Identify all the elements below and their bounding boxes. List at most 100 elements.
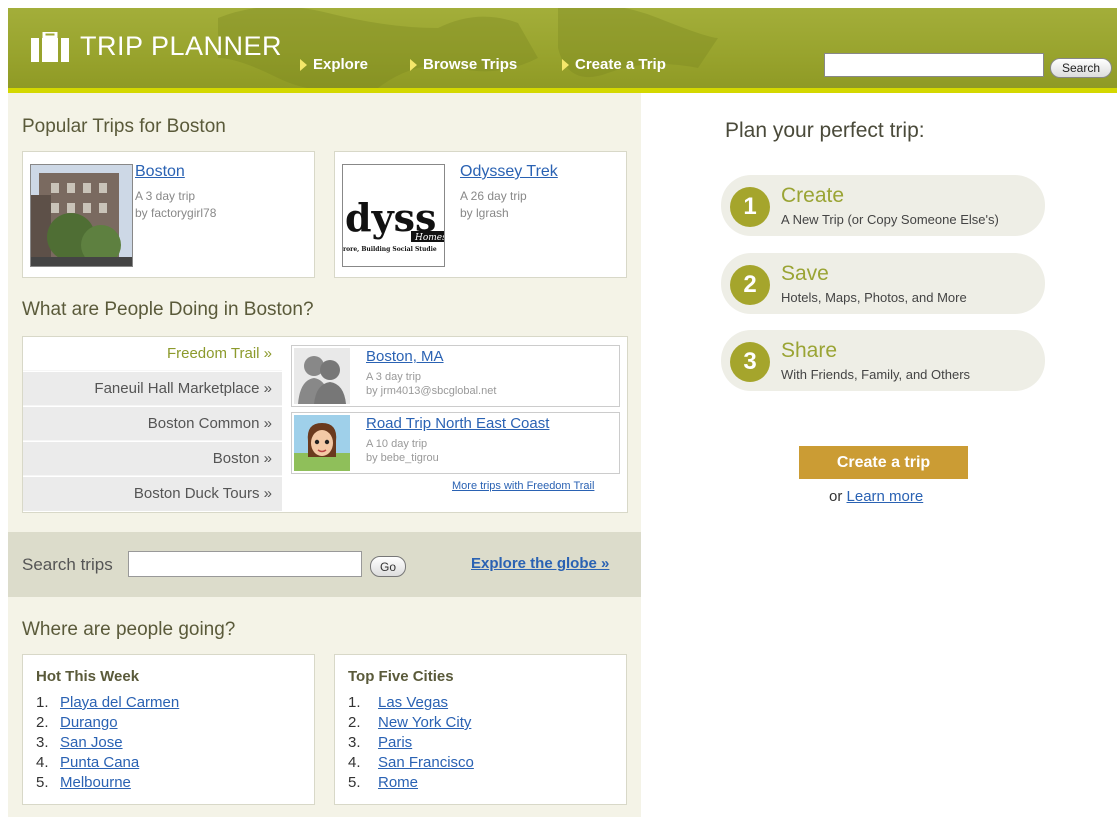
odyssey-logo-sub: Homesc	[414, 233, 445, 243]
list-item: 5. Rome	[348, 773, 419, 793]
trip-length: A 3 day trip	[366, 371, 422, 383]
trip-length: A 10 day trip	[366, 438, 428, 450]
hot-this-week-list: 1. Playa del Carmen 2. Durango 3. San Jose …	[36, 693, 179, 793]
list-item: 2. New York City	[348, 713, 472, 733]
logo-text: TRIP PLANNER	[80, 31, 283, 61]
city-link[interactable]: Rome	[378, 773, 418, 793]
or-text: or	[829, 488, 843, 505]
list-item: 1. Playa del Carmen	[36, 693, 180, 713]
step-title: Share	[781, 339, 838, 362]
arrow-right-icon	[410, 58, 417, 71]
trip-card: dyss Homesc rore, Building Social Studie…	[334, 151, 627, 278]
city-link[interactable]: San Francisco	[378, 753, 474, 773]
trip-author: by jrm4013@sbcglobal.net	[366, 385, 497, 397]
step-save: 2 Save Hotels, Maps, Photos, and More	[721, 253, 1045, 314]
trip-name-link[interactable]: Boston, MA	[366, 348, 444, 365]
top-five-cities-heading: Top Five Cities	[348, 668, 454, 685]
mini-trip-card: Road Trip North East Coast A 10 day trip…	[291, 412, 620, 474]
trip-name-link[interactable]: Boston	[135, 163, 185, 181]
search-trips-label: Search trips	[22, 555, 113, 574]
trip-card: Boston A 3 day trip by factorygirl78	[22, 151, 315, 278]
logo[interactable]: TRIP PLANNER	[30, 31, 282, 62]
place-tab-boston[interactable]: Boston »	[23, 442, 282, 476]
explore-globe-link[interactable]: Explore the globe »	[471, 555, 609, 572]
place-tab-duck-tours[interactable]: Boston Duck Tours »	[23, 477, 282, 511]
step-number-badge: 1	[730, 187, 770, 227]
hot-this-week-heading: Hot This Week	[36, 668, 140, 685]
people-doing-box: Freedom Trail » Faneuil Hall Marketplace…	[22, 336, 628, 513]
place-tab-boston-common[interactable]: Boston Common »	[23, 407, 282, 441]
trip-meta: A 26 day trip by lgrash	[460, 188, 527, 222]
city-link[interactable]: Las Vegas	[378, 693, 448, 713]
place-tab-freedom-trail[interactable]: Freedom Trail »	[23, 337, 282, 371]
list-item: 2. Durango	[36, 713, 118, 733]
arrow-right-icon	[562, 58, 569, 71]
search-trips-input[interactable]	[128, 551, 362, 577]
trip-thumbnail[interactable]	[30, 164, 133, 267]
trip-meta: A 3 day trip by factorygirl78	[135, 188, 216, 222]
top-five-cities-list: 1. Las Vegas 2. New York City 3. Paris 4. Sa…	[348, 693, 474, 793]
trip-author: by bebe_tigrou	[366, 452, 439, 464]
popular-trips-title: Popular Trips for Boston	[22, 116, 226, 137]
destination-link[interactable]: Melbourne	[60, 773, 131, 793]
more-trips-link[interactable]: More trips with Freedom Trail	[452, 480, 594, 492]
trip-length: A 26 day trip	[460, 189, 527, 203]
learn-more-link[interactable]: Learn more	[847, 488, 924, 505]
destination-link[interactable]: Durango	[60, 713, 118, 733]
building-photo	[31, 165, 132, 266]
step-number-badge: 2	[730, 265, 770, 305]
destination-link[interactable]: Punta Cana	[60, 753, 139, 773]
trip-length: A 3 day trip	[135, 189, 196, 203]
list-item: 4. Punta Cana	[36, 753, 140, 773]
nav-label: Explore	[313, 56, 369, 73]
step-create: 1 Create A New Trip (or Copy Someone Els…	[721, 175, 1045, 236]
city-link[interactable]: Paris	[378, 733, 412, 753]
trip-meta: A 3 day trip by jrm4013@sbcglobal.net	[366, 370, 496, 398]
step-title: Save	[781, 262, 829, 285]
trip-meta: A 10 day trip by bebe_tigrou	[366, 437, 439, 465]
trip-name-link[interactable]: Road Trip North East Coast	[366, 415, 549, 432]
nav-label: Browse Trips	[423, 56, 518, 73]
top-five-cities-box: Top Five Cities 1. Las Vegas 2. New York C…	[334, 654, 627, 805]
trip-thumbnail[interactable]: dyss Homesc rore, Building Social Studie	[342, 164, 445, 267]
list-item: 1. Las Vegas	[348, 693, 449, 713]
trip-thumbnail[interactable]	[294, 415, 350, 471]
city-link[interactable]: New York City	[378, 713, 471, 733]
trip-author: by lgrash	[460, 206, 509, 220]
nav-explore[interactable]: Explore	[300, 56, 368, 73]
people-doing-title: What are People Doing in Boston?	[22, 299, 314, 320]
hot-this-week-box: Hot This Week 1. Playa del Carmen 2. Duran…	[22, 654, 315, 805]
nav-label: Create a Trip	[575, 56, 666, 73]
step-description: Hotels, Maps, Photos, and More	[781, 290, 967, 305]
odyssey-logo-caption: rore, Building Social Studie	[343, 246, 437, 253]
step-number-badge: 3	[730, 342, 770, 382]
destination-link[interactable]: San Jose	[60, 733, 123, 753]
step-description: A New Trip (or Copy Someone Else's)	[781, 212, 999, 227]
destination-link[interactable]: Playa del Carmen	[60, 693, 179, 713]
nav-browse-trips[interactable]: Browse Trips	[410, 56, 517, 73]
header-search-input[interactable]	[824, 53, 1044, 77]
cartoon-avatar-icon	[294, 415, 350, 471]
suitcase-icon	[31, 31, 69, 62]
trip-author: by factorygirl78	[135, 206, 217, 220]
create-trip-button[interactable]: Create a trip	[799, 446, 968, 479]
trip-thumbnail[interactable]	[294, 348, 350, 404]
go-button[interactable]: Go	[370, 556, 406, 577]
list-item: 5. Melbourne	[36, 773, 131, 793]
step-share: 3 Share With Friends, Family, and Others	[721, 330, 1045, 391]
header-search-button[interactable]: Search	[1050, 58, 1112, 78]
arrow-right-icon	[300, 58, 307, 71]
learn-more-row: or Learn more	[829, 488, 923, 505]
odyssey-logo-image: dyss Homesc rore, Building Social Studie	[343, 165, 445, 266]
place-tab-faneuil-hall[interactable]: Faneuil Hall Marketplace »	[23, 372, 282, 406]
list-item: 3. Paris	[348, 733, 413, 753]
default-avatar-icon	[294, 348, 350, 404]
search-trips-bar: Search trips Go Explore the globe »	[8, 532, 641, 597]
list-item: 4. San Francisco	[348, 753, 474, 773]
trip-name-link[interactable]: Odyssey Trek	[460, 163, 558, 181]
list-item: 3. San Jose	[36, 733, 123, 753]
step-description: With Friends, Family, and Others	[781, 367, 971, 382]
where-going-title: Where are people going?	[22, 619, 236, 640]
nav-create-trip[interactable]: Create a Trip	[562, 56, 666, 73]
mini-trip-card: Boston, MA A 3 day trip by jrm4013@sbcgl…	[291, 345, 620, 407]
